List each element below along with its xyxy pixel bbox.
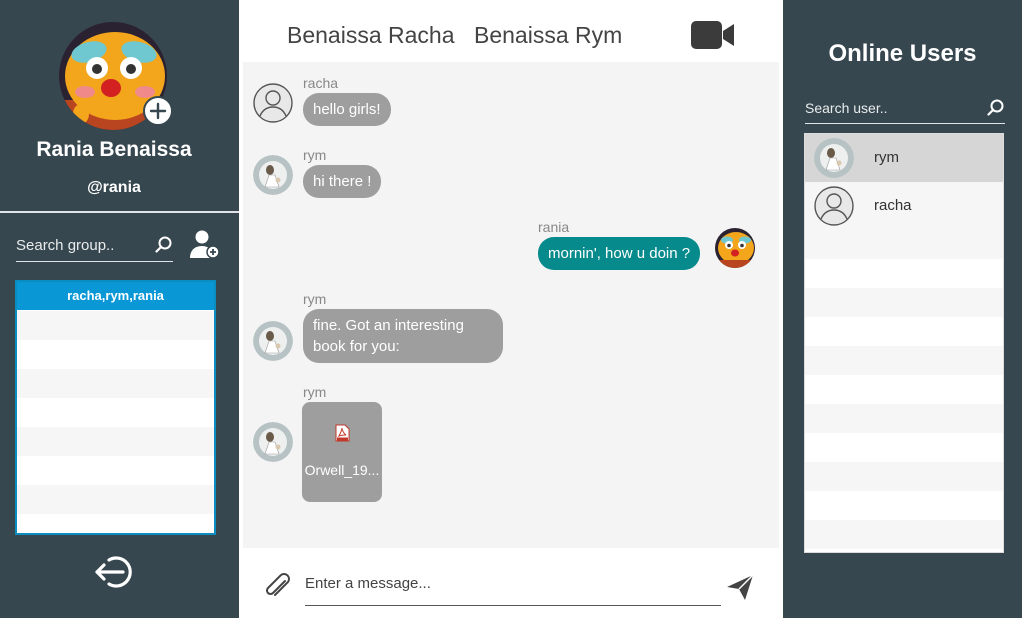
avatar bbox=[715, 228, 755, 268]
list-row bbox=[17, 485, 214, 514]
avatar bbox=[253, 83, 293, 123]
list-row bbox=[805, 317, 1003, 346]
list-row bbox=[17, 456, 214, 485]
online-user-list: rym racha bbox=[804, 133, 1004, 553]
file-attachment[interactable]: Orwell_19... bbox=[302, 402, 382, 502]
online-user-item[interactable]: rym bbox=[805, 134, 1003, 182]
chat-panel: Benaissa Racha Benaissa Rym racha hello … bbox=[239, 0, 783, 618]
list-row bbox=[805, 346, 1003, 375]
user-search bbox=[805, 92, 1005, 124]
avatar bbox=[814, 138, 854, 178]
message-sender: rania bbox=[538, 219, 570, 235]
message-sender: racha bbox=[303, 75, 339, 91]
add-group-user-icon[interactable] bbox=[189, 228, 221, 265]
search-icon[interactable] bbox=[155, 236, 173, 259]
online-user-name: rym bbox=[874, 149, 899, 166]
logout-icon[interactable] bbox=[93, 554, 137, 595]
add-photo-icon[interactable] bbox=[143, 96, 173, 126]
group-search bbox=[16, 228, 173, 262]
message-sender: rym bbox=[303, 384, 327, 400]
online-user-name: racha bbox=[874, 197, 912, 214]
user-search-input[interactable] bbox=[805, 92, 980, 124]
online-user-item[interactable]: racha bbox=[805, 182, 1003, 230]
online-list-empty-rows bbox=[805, 230, 1003, 549]
list-row bbox=[805, 404, 1003, 433]
message-list: racha hello girls! rym hi there ! rania … bbox=[243, 62, 779, 548]
list-row bbox=[17, 514, 214, 533]
online-users-title: Online Users bbox=[828, 40, 977, 67]
profile-avatar[interactable] bbox=[59, 22, 173, 132]
list-row bbox=[805, 288, 1003, 317]
message-bubble: fine. Got an interesting book for you: bbox=[303, 309, 503, 363]
message-bubble: mornin', how u doin ? bbox=[538, 237, 701, 270]
online-users-panel: Online Users rym racha bbox=[783, 0, 1022, 618]
avatar bbox=[253, 422, 293, 462]
search-icon[interactable] bbox=[987, 99, 1005, 122]
chat-header: Benaissa Racha Benaissa Rym bbox=[239, 0, 783, 62]
group-item[interactable]: racha,rym,rania bbox=[17, 282, 214, 311]
message-composer bbox=[239, 548, 783, 618]
video-call-icon[interactable] bbox=[690, 19, 736, 56]
send-icon[interactable] bbox=[725, 572, 755, 607]
message-bubble: hello girls! bbox=[303, 93, 391, 126]
profile-name: Rania Benaissa bbox=[36, 138, 192, 161]
avatar bbox=[253, 155, 293, 195]
chat-member-name: Benaissa Rym bbox=[474, 22, 623, 48]
message-input[interactable] bbox=[305, 562, 721, 606]
file-name: Orwell_19... bbox=[304, 462, 380, 478]
group-list-empty-rows bbox=[17, 311, 214, 533]
list-row bbox=[17, 398, 214, 427]
message-sender: rym bbox=[303, 291, 327, 307]
list-row bbox=[805, 491, 1003, 520]
list-row bbox=[17, 427, 214, 456]
profile-handle: @rania bbox=[87, 179, 141, 196]
avatar bbox=[814, 186, 854, 226]
list-row bbox=[805, 230, 1003, 259]
message-bubble: hi there ! bbox=[303, 165, 382, 198]
left-sidebar: Rania Benaissa @rania racha,rym,rania bbox=[0, 0, 239, 618]
list-row bbox=[17, 311, 214, 340]
pdf-icon bbox=[335, 424, 350, 447]
list-row bbox=[805, 433, 1003, 462]
list-row bbox=[805, 375, 1003, 404]
list-row bbox=[17, 340, 214, 369]
sidebar-divider bbox=[0, 211, 239, 213]
list-row bbox=[805, 259, 1003, 288]
chat-member-name: Benaissa Racha bbox=[287, 22, 455, 48]
message-sender: rym bbox=[303, 147, 327, 163]
paperclip-icon[interactable] bbox=[263, 572, 293, 607]
group-list: racha,rym,rania bbox=[15, 280, 216, 535]
avatar bbox=[253, 321, 293, 361]
list-row bbox=[805, 520, 1003, 549]
list-row bbox=[805, 462, 1003, 491]
list-row bbox=[17, 369, 214, 398]
group-search-input[interactable] bbox=[16, 228, 146, 262]
